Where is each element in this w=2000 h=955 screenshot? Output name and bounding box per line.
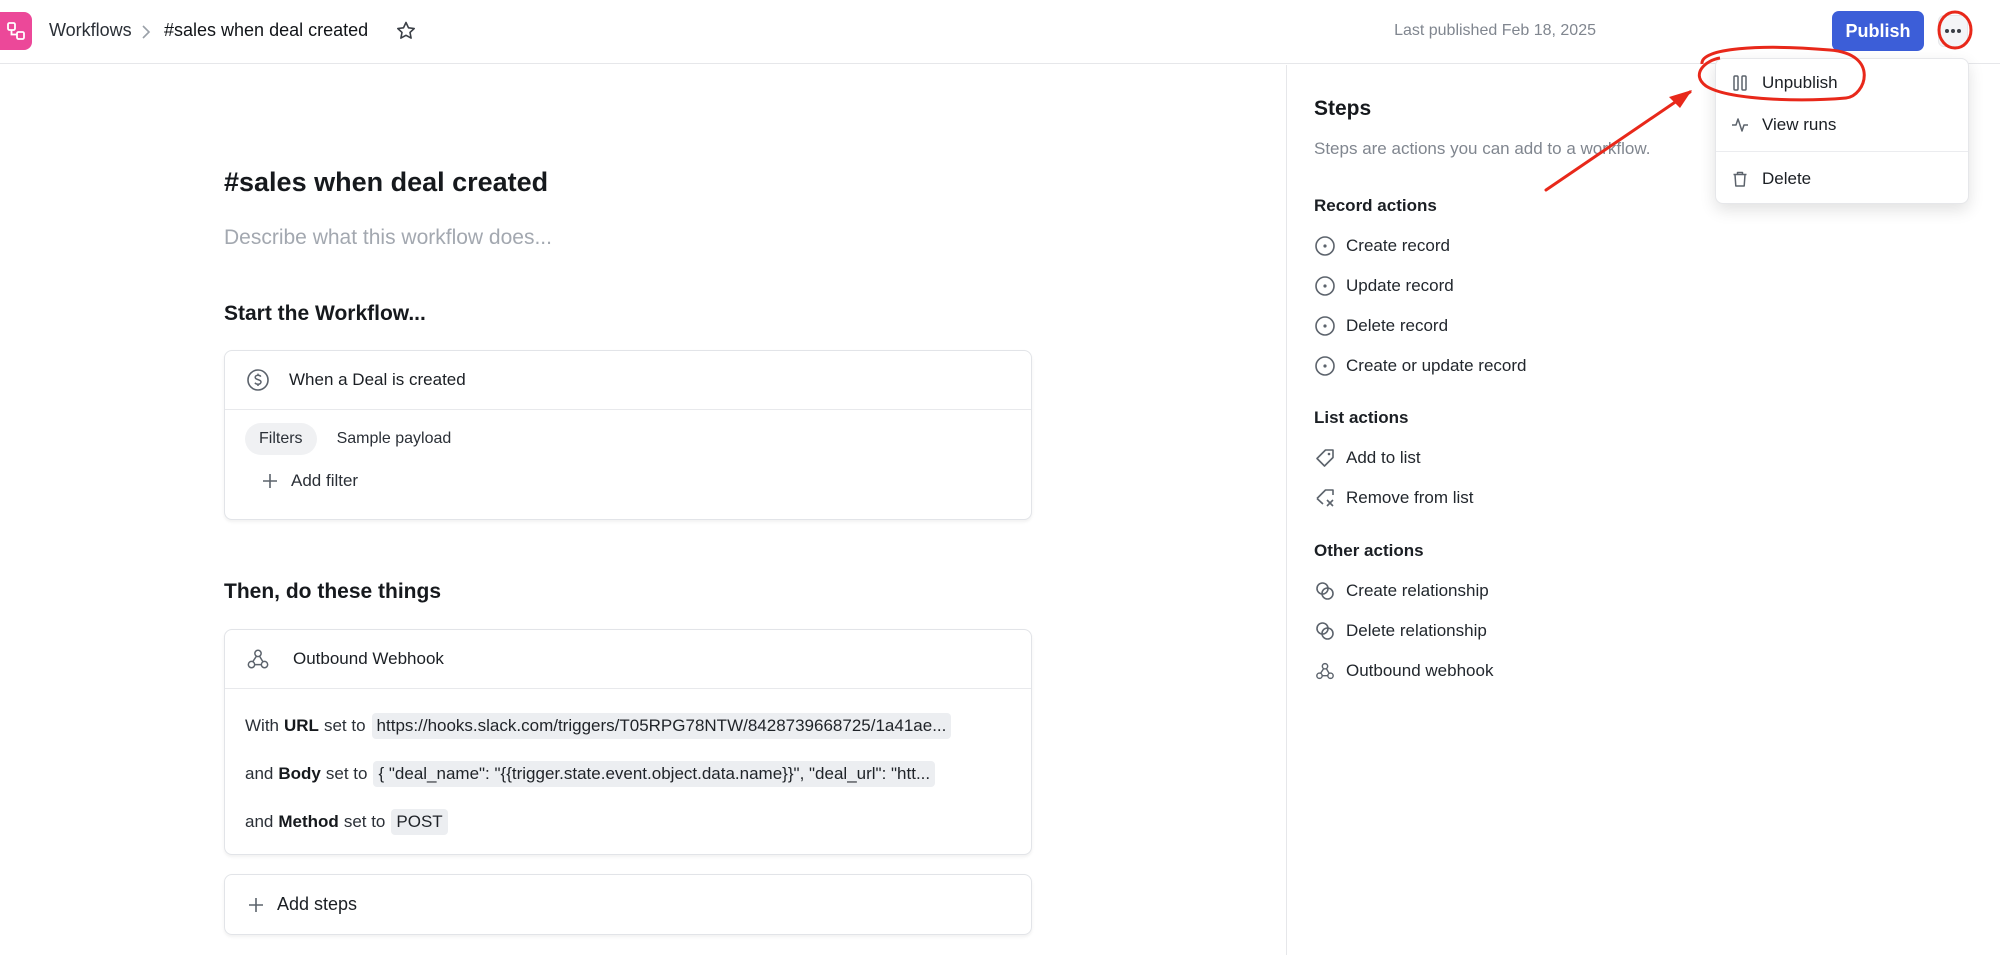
target-icon — [1314, 275, 1336, 297]
add-filter-button[interactable]: Add filter — [261, 471, 358, 491]
method-row: and Method set to POST — [245, 809, 448, 835]
publish-button[interactable]: Publish — [1832, 11, 1924, 51]
top-bar: Workflows #sales when deal created Last … — [0, 0, 2000, 64]
target-icon — [1314, 355, 1336, 377]
body-value[interactable]: { "deal_name": "{{trigger.state.event.ob… — [373, 761, 936, 787]
plus-icon — [263, 474, 277, 488]
url-value[interactable]: https://hooks.slack.com/triggers/T05RPG7… — [371, 713, 952, 739]
workflow-title[interactable]: #sales when deal created — [224, 167, 548, 198]
step-card[interactable]: Outbound Webhook With URL set to https:/… — [224, 629, 1032, 855]
last-published-text: Last published Feb 18, 2025 — [1394, 22, 1596, 39]
group-other-actions: Other actions — [1314, 541, 1424, 560]
action-outbound-webhook[interactable]: Outbound webhook — [1314, 660, 1493, 682]
more-horizontal-icon[interactable] — [1938, 15, 1968, 47]
activity-icon — [1730, 115, 1750, 135]
action-create-record[interactable]: Create record — [1314, 235, 1450, 257]
workflow-icon[interactable] — [0, 12, 32, 50]
tab-sample-payload[interactable]: Sample payload — [323, 423, 466, 455]
action-create-relationship[interactable]: Create relationship — [1314, 580, 1489, 602]
add-filter-label: Add filter — [291, 471, 359, 490]
step-label: Outbound Webhook — [293, 649, 444, 668]
chevron-right-icon — [142, 25, 151, 39]
target-icon — [1314, 315, 1336, 337]
breadcrumb-current: #sales when deal created — [164, 20, 369, 40]
trigger-tabs: Filters Sample payload — [245, 423, 465, 455]
action-remove-from-list[interactable]: Remove from list — [1314, 487, 1474, 509]
trigger-card[interactable]: When a Deal is created Filters Sample pa… — [224, 350, 1032, 520]
action-delete-record[interactable]: Delete record — [1314, 315, 1448, 337]
method-value[interactable]: POST — [391, 809, 448, 835]
panel-subtitle: Steps are actions you can add to a workf… — [1314, 139, 1651, 158]
trigger-header[interactable]: When a Deal is created — [225, 351, 1031, 410]
menu-item-view-runs[interactable]: View runs — [1730, 115, 1836, 135]
menu-item-unpublish[interactable]: Unpublish — [1730, 73, 1838, 93]
webhook-icon — [245, 646, 271, 672]
panel-title: Steps — [1314, 97, 1372, 120]
workflow-description-input[interactable]: Describe what this workflow does... — [224, 226, 552, 250]
body-row: and Body set to { "deal_name": "{{trigge… — [245, 761, 936, 787]
target-icon — [1314, 235, 1336, 257]
step-header[interactable]: Outbound Webhook — [225, 630, 1031, 689]
pause-icon — [1730, 73, 1750, 93]
action-add-to-list[interactable]: Add to list — [1314, 447, 1421, 469]
add-steps-label: Add steps — [277, 894, 358, 914]
tab-filters[interactable]: Filters — [245, 423, 317, 455]
webhook-icon — [1314, 660, 1336, 682]
dollar-circle-icon — [245, 367, 271, 393]
plus-icon — [249, 897, 263, 912]
group-list-actions: List actions — [1314, 408, 1409, 427]
workflow-editor: #sales when deal created Describe what t… — [0, 65, 1286, 955]
action-delete-relationship[interactable]: Delete relationship — [1314, 620, 1487, 642]
add-steps-button[interactable]: Add steps — [224, 874, 1032, 935]
breadcrumb-workflows[interactable]: Workflows — [49, 20, 132, 41]
tag-remove-icon — [1314, 487, 1336, 509]
start-heading: Start the Workflow... — [224, 302, 426, 325]
menu-item-delete[interactable]: Delete — [1730, 169, 1811, 189]
menu-divider — [1716, 151, 1968, 152]
action-update-record[interactable]: Update record — [1314, 275, 1454, 297]
trash-icon — [1730, 169, 1750, 189]
star-icon[interactable] — [394, 19, 418, 43]
url-row: With URL set to https://hooks.slack.com/… — [245, 713, 952, 739]
group-record-actions: Record actions — [1314, 196, 1437, 215]
then-heading: Then, do these things — [224, 580, 442, 603]
link-circles-icon — [1314, 620, 1336, 642]
tag-icon — [1314, 447, 1336, 469]
link-circles-icon — [1314, 580, 1336, 602]
trigger-label: When a Deal is created — [289, 370, 466, 389]
more-menu: Unpublish View runs Delete — [1715, 58, 1969, 204]
action-create-or-update-record[interactable]: Create or update record — [1314, 355, 1527, 377]
